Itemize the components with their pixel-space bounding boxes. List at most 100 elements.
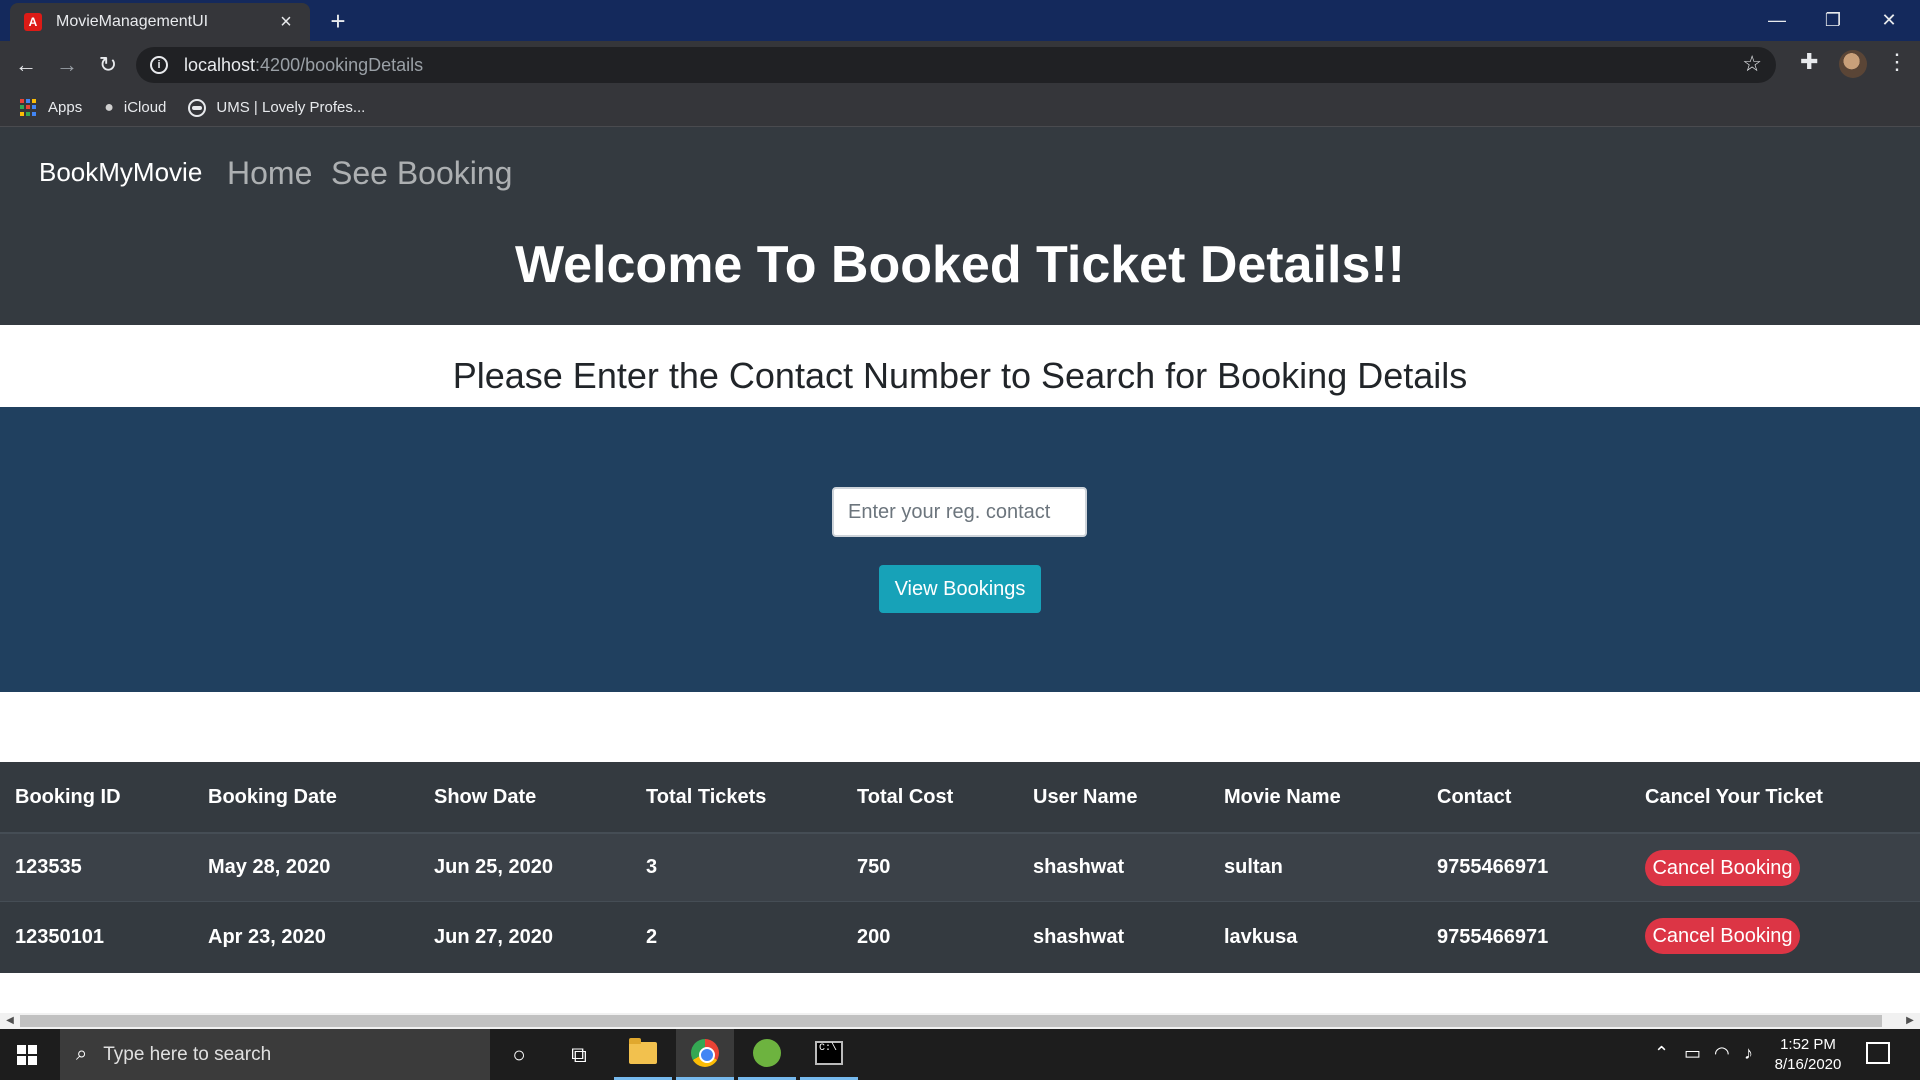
nav-link-see-booking[interactable]: See Booking [331,155,512,192]
page-content: BookMyMovie Home See Booking Welcome To … [0,127,1920,1013]
browser-titlebar: A MovieManagementUI × + — ❐ ✕ [0,0,1920,41]
header-movie-name: Movie Name [1224,785,1341,808]
bookmark-label: iCloud [123,99,167,116]
chrome-taskbar-icon[interactable] [676,1029,734,1080]
volume-icon[interactable]: ♪ [1744,1043,1753,1064]
url-host: localhost [184,54,256,75]
navbar-hero: BookMyMovie Home See Booking Welcome To … [0,127,1920,325]
nav-link-home[interactable]: Home [227,155,312,192]
cell-booking-date: May 28, 2020 [208,856,331,878]
header-booking-id: Booking ID [15,785,121,808]
reload-icon[interactable]: ↻ [94,51,122,79]
file-explorer-icon[interactable] [614,1029,672,1080]
bookmark-icloud[interactable]: ● iCloud [104,99,166,117]
cell-movie-name: lavkusa [1224,926,1298,948]
spring-tool-suite-icon[interactable] [738,1029,796,1080]
bookmarks-bar: Apps ● iCloud UMS | Lovely Profes... [0,89,1920,127]
bookmark-label: Apps [48,99,83,116]
bookings-table: Booking ID Booking Date Show Date Total … [0,762,1920,973]
clock-date: 8/16/2020 [1774,1056,1842,1073]
table-header-row: Booking ID Booking Date Show Date Total … [0,762,1920,834]
cell-movie-name: sultan [1224,856,1283,878]
close-window-icon[interactable]: ✕ [1866,4,1912,36]
cancel-booking-button[interactable]: Cancel Booking [1645,850,1800,886]
scroll-right-icon[interactable]: ▶ [1902,1013,1918,1029]
notifications-icon[interactable] [1866,1042,1890,1064]
cell-total-cost: 750 [857,856,891,878]
cell-show-date: Jun 27, 2020 [434,926,553,948]
chrome-icon [691,1039,719,1067]
cell-total-tickets: 2 [646,926,658,948]
header-user-name: User Name [1033,785,1138,808]
bookmark-star-icon[interactable]: ☆ [1742,51,1762,77]
browser-tab[interactable]: A MovieManagementUI × [10,3,310,41]
wifi-icon[interactable]: ◠ [1714,1043,1730,1064]
header-cancel: Cancel Your Ticket [1645,785,1823,808]
system-clock[interactable]: 1:52 PM 8/16/2020 [1768,1035,1848,1075]
taskbar-search-placeholder: Type here to search [103,1043,272,1065]
terminal-icon: C:\ [815,1041,843,1065]
header-total-cost: Total Cost [857,785,954,808]
spring-leaf-icon [753,1039,781,1067]
cortana-icon[interactable]: ○ [490,1029,548,1080]
back-icon[interactable]: ← [12,51,40,79]
tray-chevron-up-icon[interactable]: ⌃ [1654,1043,1669,1064]
command-prompt-icon[interactable]: C:\ [800,1029,858,1080]
header-total-tickets: Total Tickets [646,785,767,808]
url-path: :4200/bookingDetails [255,54,424,75]
taskbar-search-box[interactable]: ⌕ Type here to search [60,1029,490,1080]
search-instructions: Please Enter the Contact Number to Searc… [452,355,1468,396]
windows-taskbar: ⌕ Type here to search ○ ⧉ C:\ ⌃ ▭ ◠ ♪ 1:… [0,1029,1920,1080]
battery-icon[interactable]: ▭ [1684,1043,1701,1064]
bookmark-label: UMS | Lovely Profes... [216,99,366,116]
cell-user-name: shashwat [1033,926,1125,948]
tab-close-icon[interactable]: × [276,11,296,34]
header-booking-date: Booking Date [208,785,337,808]
new-tab-icon[interactable]: + [326,6,350,37]
forward-icon[interactable]: → [53,51,81,79]
site-info-icon[interactable]: i [150,56,168,74]
header-contact: Contact [1437,785,1512,808]
minimize-icon[interactable]: — [1754,4,1800,36]
url-text: localhost:4200/bookingDetails [184,55,423,76]
folder-icon [629,1038,657,1064]
address-bar[interactable]: i localhost:4200/bookingDetails ☆ [136,47,1776,83]
page-title: Welcome To Booked Ticket Details!! [515,236,1405,294]
apps-grid-icon [20,98,38,117]
cell-user-name: shashwat [1033,856,1125,878]
cell-booking-id: 123535 [15,856,82,878]
scroll-left-icon[interactable]: ◀ [2,1013,18,1029]
tab-title: MovieManagementUI [56,13,209,30]
cell-total-tickets: 3 [646,856,658,878]
extensions-icon[interactable]: ✚ [1800,49,1818,75]
table-row: 123535 May 28, 2020 Jun 25, 2020 3 750 s… [0,834,1920,902]
view-bookings-button[interactable]: View Bookings [879,565,1041,613]
cell-show-date: Jun 25, 2020 [434,856,553,878]
menu-kebab-icon[interactable]: ⋮ [1886,49,1908,75]
search-section: View Bookings [0,407,1920,692]
globe-icon [188,98,207,117]
cell-booking-date: Apr 23, 2020 [208,926,326,948]
apple-icon: ● [104,98,114,116]
cell-contact: 9755466971 [1437,926,1549,948]
cell-contact: 9755466971 [1437,856,1549,878]
scrollbar-thumb[interactable] [20,1015,1882,1027]
table-row: 12350101 Apr 23, 2020 Jun 27, 2020 2 200… [0,902,1920,973]
browser-toolbar: ← → ↻ i localhost:4200/bookingDetails ☆ … [0,41,1920,89]
cell-total-cost: 200 [857,926,891,948]
header-show-date: Show Date [434,785,537,808]
contact-input[interactable] [832,487,1087,537]
cell-booking-id: 12350101 [15,926,104,948]
clock-time: 1:52 PM [1780,1036,1836,1053]
bookmark-apps[interactable]: Apps [20,98,83,117]
profile-avatar[interactable] [1839,50,1867,78]
angular-favicon-icon: A [24,13,42,31]
search-icon: ⌕ [76,1043,88,1065]
navbar-brand[interactable]: BookMyMovie [39,157,202,188]
windows-start-icon[interactable] [17,1045,37,1065]
horizontal-scrollbar[interactable]: ◀ ▶ [0,1013,1920,1029]
restore-icon[interactable]: ❐ [1810,4,1856,36]
cancel-booking-button[interactable]: Cancel Booking [1645,918,1800,954]
task-view-icon[interactable]: ⧉ [550,1029,608,1080]
bookmark-ums[interactable]: UMS | Lovely Profes... [188,98,366,117]
